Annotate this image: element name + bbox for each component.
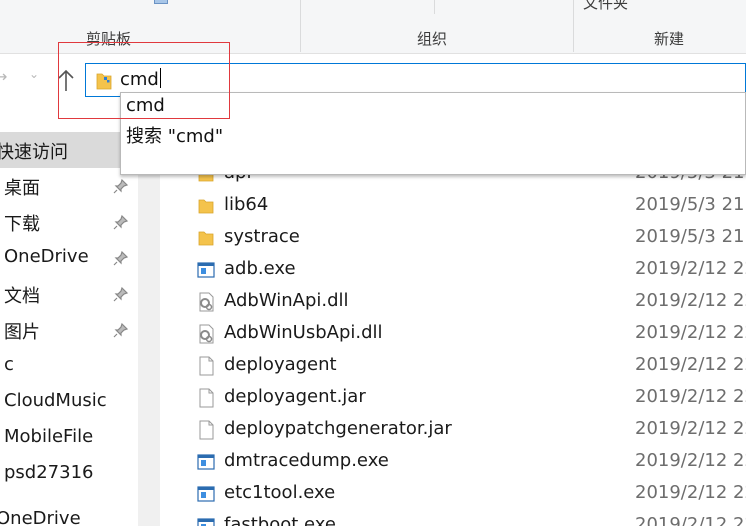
file-name: deployagent.jar — [224, 386, 366, 407]
sidebar-item-label: 桌面 — [4, 178, 40, 199]
quick-access-label: 快速访问 — [0, 142, 68, 163]
blank-file-icon — [196, 356, 216, 376]
file-name: fastboot.exe — [224, 514, 336, 526]
dll-gear-icon — [196, 292, 216, 312]
sidebar-item-mobilefile[interactable]: MobileFile — [0, 420, 138, 456]
file-name: AdbWinUsbApi.dll — [224, 322, 383, 343]
file-name: etc1tool.exe — [224, 482, 336, 503]
file-row[interactable]: deploypatchgenerator.jar 2019/2/12 22 — [160, 413, 746, 445]
pin-icon[interactable] — [113, 322, 129, 338]
file-row[interactable]: systrace 2019/5/3 21: — [160, 221, 746, 253]
sidebar-item-downloads[interactable]: 下载 — [0, 204, 138, 240]
sidebar-item-label: CloudMusic — [4, 390, 107, 411]
sidebar-item-label: 下载 — [4, 214, 40, 235]
file-date: 2019/5/3 21: — [635, 226, 746, 247]
navigation-pane: 快速访问 桌面 下载 OneDrive 文档 图片 c CloudMusic M… — [0, 128, 138, 526]
file-name: dmtracedump.exe — [224, 450, 389, 471]
file-date: 2019/2/12 22 — [635, 258, 746, 279]
sidebar-item-onedrive[interactable]: OneDrive — [0, 240, 138, 276]
ribbon-group-organize: 组织 — [417, 30, 448, 48]
ribbon-divider — [573, 0, 574, 52]
sidebar-item-label: MobileFile — [4, 426, 94, 447]
sidebar-item-desktop[interactable]: 桌面 — [0, 168, 138, 204]
sidebar-item-label: c — [4, 354, 14, 375]
recent-locations-icon[interactable]: ⌄ — [29, 67, 39, 81]
text-caret — [159, 68, 161, 88]
sidebar-item-c[interactable]: c — [0, 348, 138, 384]
new-folder-label[interactable]: 文件夹 — [583, 0, 628, 13]
file-row[interactable]: etc1tool.exe 2019/2/12 22 — [160, 477, 746, 509]
file-name: adb.exe — [224, 258, 296, 279]
file-row[interactable]: AdbWinUsbApi.dll 2019/2/12 22 — [160, 317, 746, 349]
autocomplete-option-search[interactable]: 搜索 "cmd" — [126, 122, 223, 148]
sidebar-item-documents[interactable]: 文档 — [0, 276, 138, 312]
sidebar-item-label: OneDrive — [4, 246, 89, 267]
sidebar-item-label: 文档 — [4, 286, 40, 307]
address-autocomplete-dropdown: cmd 搜索 "cmd" — [120, 92, 746, 175]
sidebar-item-label: 图片 — [4, 322, 40, 343]
file-row[interactable]: fastboot.exe 2019/2/12 22 — [160, 509, 746, 526]
ribbon-divider — [300, 0, 301, 52]
file-row[interactable]: lib64 2019/5/3 21: — [160, 189, 746, 221]
file-row[interactable]: adb.exe 2019/2/12 22 — [160, 253, 746, 285]
sidebar-item-onedrive-root[interactable]: OneDrive — [0, 502, 138, 526]
ribbon-group-new: 新建 — [654, 30, 685, 48]
pin-icon[interactable] — [113, 178, 129, 194]
address-input-value: cmd — [120, 69, 159, 90]
navigation-pane-scrollbar[interactable] — [138, 128, 160, 526]
sidebar-item-label: psd27316 — [4, 462, 94, 483]
file-date: 2019/2/12 22 — [635, 322, 746, 343]
ribbon-divider — [434, 0, 435, 14]
file-row[interactable]: AdbWinApi.dll 2019/2/12 22 — [160, 285, 746, 317]
folder-icon — [95, 71, 113, 95]
file-date: 2019/2/12 22 — [635, 514, 746, 526]
application-icon — [196, 260, 216, 280]
address-input[interactable]: cmd — [120, 68, 161, 90]
file-date: 2019/5/3 21: — [635, 194, 746, 215]
autocomplete-option-cmd[interactable]: cmd — [126, 95, 165, 116]
file-name: deploypatchgenerator.jar — [224, 418, 452, 439]
forward-icon[interactable]: → — [0, 67, 7, 86]
ribbon-group-clipboard: 剪贴板 — [86, 30, 132, 48]
pin-icon[interactable] — [113, 214, 129, 230]
sidebar-item-label: OneDrive — [0, 508, 81, 526]
folder-icon — [196, 196, 216, 216]
file-row[interactable]: deployagent 2019/2/12 22 — [160, 349, 746, 381]
blank-file-icon — [196, 420, 216, 440]
up-icon[interactable] — [55, 68, 77, 94]
file-date: 2019/2/12 22 — [635, 386, 746, 407]
pin-icon[interactable] — [113, 286, 129, 302]
file-name: deployagent — [224, 354, 337, 375]
sidebar-item-psd27316[interactable]: psd27316 — [0, 456, 138, 492]
file-name: systrace — [224, 226, 300, 247]
sidebar-item-cloudmusic[interactable]: CloudMusic — [0, 384, 138, 420]
application-icon — [196, 516, 216, 526]
file-date: 2019/2/12 22 — [635, 290, 746, 311]
file-row[interactable]: deployagent.jar 2019/2/12 22 — [160, 381, 746, 413]
file-date: 2019/2/12 22 — [635, 354, 746, 375]
application-icon — [196, 484, 216, 504]
blank-file-icon — [196, 388, 216, 408]
file-name: lib64 — [224, 194, 269, 215]
quick-access-header[interactable]: 快速访问 — [0, 132, 138, 168]
dll-gear-icon — [196, 324, 216, 344]
file-date: 2019/2/12 22 — [635, 418, 746, 439]
paste-icon[interactable] — [154, 0, 168, 4]
ribbon: 文件夹 剪贴板 组织 新建 — [0, 0, 746, 54]
application-icon — [196, 452, 216, 472]
file-list: api 2019/5/3 21: lib64 2019/5/3 21: syst… — [160, 128, 746, 526]
sidebar-item-pictures[interactable]: 图片 — [0, 312, 138, 348]
pin-icon[interactable] — [113, 250, 129, 266]
folder-icon — [196, 228, 216, 248]
file-date: 2019/2/12 22 — [635, 482, 746, 503]
file-name: AdbWinApi.dll — [224, 290, 349, 311]
file-date: 2019/2/12 22 — [635, 450, 746, 471]
file-row[interactable]: dmtracedump.exe 2019/2/12 22 — [160, 445, 746, 477]
